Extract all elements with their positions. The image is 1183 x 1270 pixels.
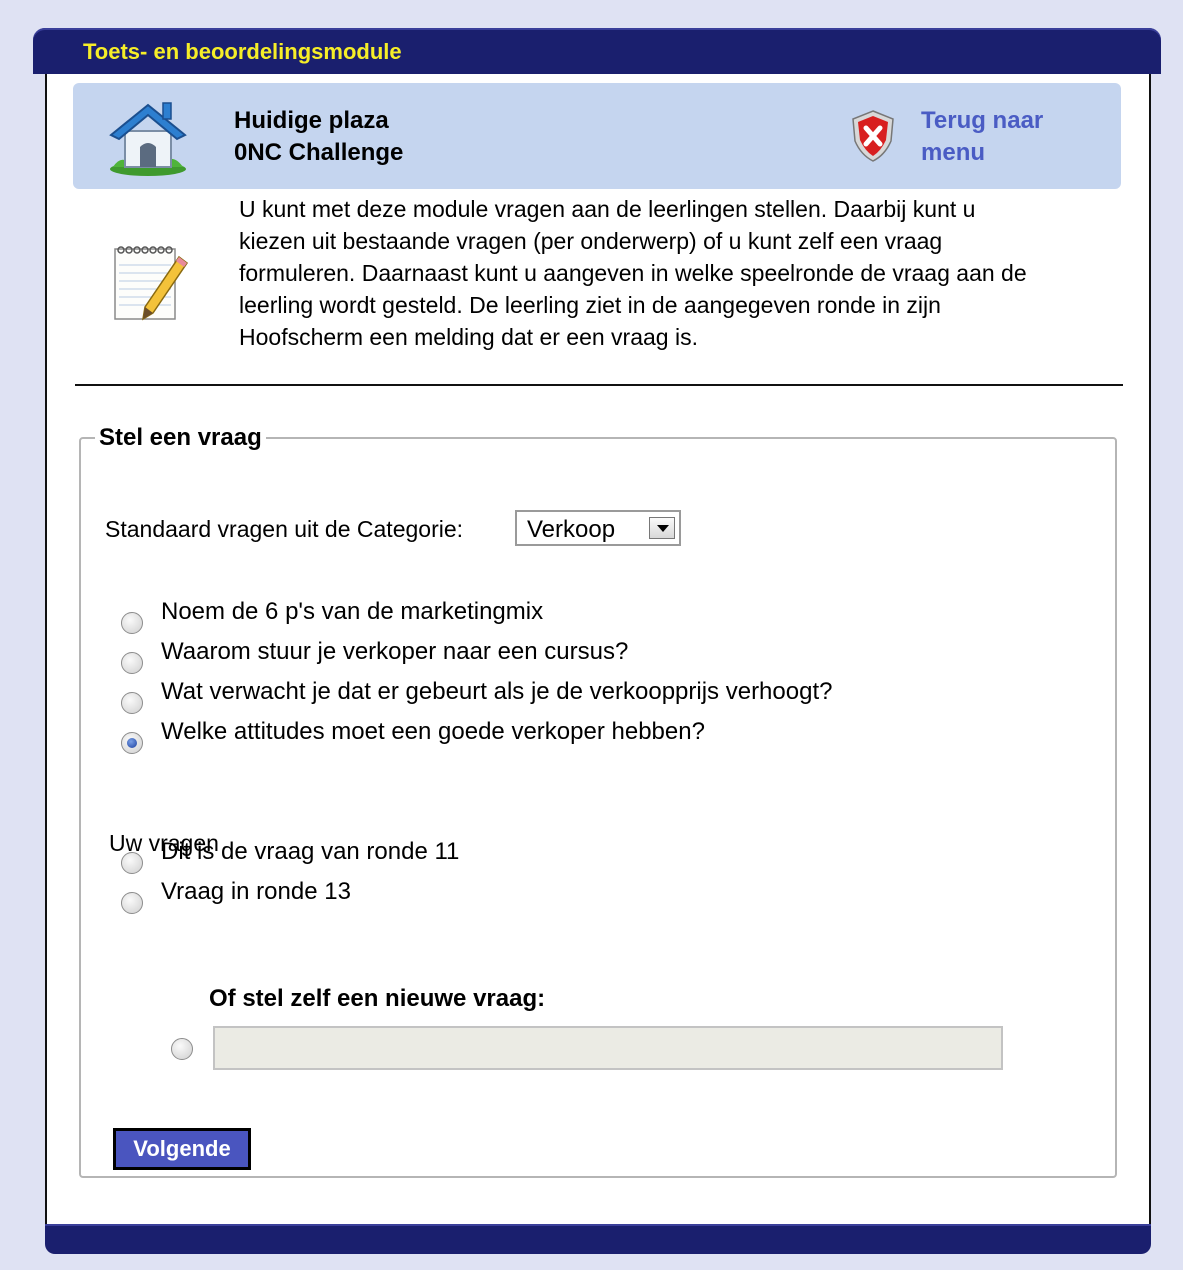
notepad-pencil-icon: [114, 246, 189, 321]
own-question-label[interactable]: Vraag in ronde 13: [161, 878, 351, 906]
ask-question-fieldset: Stel een vraag Standaard vragen uit de C…: [79, 424, 1117, 1178]
standard-question-radio-selected[interactable]: [121, 732, 143, 754]
standard-question-radio[interactable]: [121, 612, 143, 634]
current-plaza-label: Huidige plaza: [234, 107, 389, 134]
back-link-line1: Terug naar: [921, 107, 1044, 134]
content-panel: Huidige plaza 0NC Challenge Terug naar m…: [45, 74, 1151, 1224]
standard-question-label[interactable]: Welke attitudes moet een goede verkoper …: [161, 718, 705, 746]
new-question-input[interactable]: [213, 1026, 1003, 1070]
intro-line: leerling wordt gesteld. De leerling ziet…: [239, 292, 941, 318]
chevron-down-icon[interactable]: [649, 517, 675, 539]
fieldset-legend: Stel een vraag: [99, 424, 262, 451]
own-question-radio[interactable]: [121, 852, 143, 874]
title-bar: Toets- en beoordelingsmodule: [33, 28, 1161, 74]
house-icon: [109, 102, 187, 176]
intro-line: formuleren. Daarnaast kunt u aangeven in…: [239, 260, 1027, 286]
new-question-label: Of stel zelf een nieuwe vraag:: [209, 985, 546, 1012]
own-question-radio[interactable]: [121, 892, 143, 914]
intro-line: Hoofscherm een melding dat er een vraag …: [239, 324, 698, 350]
current-plaza-name: 0NC Challenge: [234, 139, 404, 166]
plaza-header: Huidige plaza 0NC Challenge Terug naar m…: [73, 83, 1121, 189]
shield-close-icon[interactable]: [851, 109, 895, 163]
intro-text: U kunt met deze module vragen aan de lee…: [239, 193, 1127, 353]
standard-question-radio[interactable]: [121, 652, 143, 674]
current-plaza: Huidige plaza 0NC Challenge: [234, 105, 403, 169]
standard-question-label[interactable]: Wat verwacht je dat er gebeurt als je de…: [161, 678, 832, 706]
category-selected-value: Verkoop: [527, 516, 616, 543]
intro-line: U kunt met deze module vragen aan de lee…: [239, 196, 976, 222]
intro-line: kiezen uit bestaande vragen (per onderwe…: [239, 228, 943, 254]
bottom-bar: [45, 1224, 1151, 1254]
back-to-menu-link[interactable]: Terug naar menu: [921, 105, 1043, 169]
window-title: Toets- en beoordelingsmodule: [83, 39, 402, 64]
new-question-radio[interactable]: [171, 1038, 193, 1060]
standard-question-label[interactable]: Noem de 6 p's van de marketingmix: [161, 598, 543, 626]
category-label: Standaard vragen uit de Categorie:: [105, 516, 464, 542]
module-window: Toets- en beoordelingsmodule Huidige pla…: [33, 28, 1161, 1254]
section-divider: [75, 384, 1123, 386]
category-select[interactable]: Verkoop: [515, 510, 681, 546]
back-link-line2: menu: [921, 139, 986, 166]
standard-question-radio[interactable]: [121, 692, 143, 714]
own-question-label[interactable]: Dit is de vraag van ronde 11: [161, 838, 459, 866]
next-button[interactable]: Volgende: [113, 1128, 251, 1170]
standard-question-label[interactable]: Waarom stuur je verkoper naar een cursus…: [161, 638, 628, 666]
